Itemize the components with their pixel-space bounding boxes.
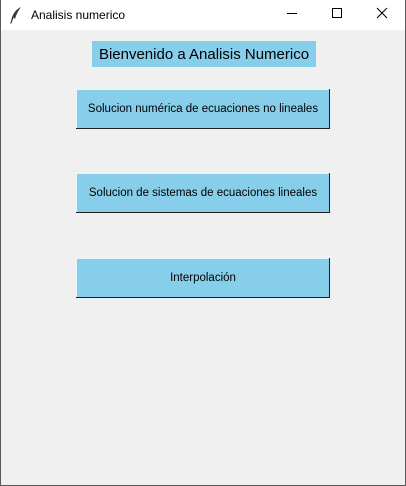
window-title: Analisis numerico	[31, 8, 126, 22]
linear-systems-button[interactable]: Solucion de sistemas de ecuaciones linea…	[76, 173, 330, 213]
minimize-button[interactable]	[269, 0, 315, 30]
maximize-button[interactable]	[314, 0, 360, 30]
close-button[interactable]	[359, 0, 405, 30]
close-icon	[376, 6, 388, 24]
app-window: Analisis numerico Bienvenido a Analisis …	[0, 0, 406, 486]
title-bar[interactable]: Analisis numerico	[1, 0, 405, 30]
maximize-icon	[331, 6, 343, 24]
interpolation-button[interactable]: Interpolación	[76, 258, 330, 298]
feather-icon	[9, 6, 23, 24]
minimize-icon	[286, 6, 298, 24]
nonlinear-equations-button[interactable]: Solucion numérica de ecuaciones no linea…	[76, 89, 330, 129]
welcome-label: Bienvenido a Analisis Numerico	[92, 41, 316, 67]
